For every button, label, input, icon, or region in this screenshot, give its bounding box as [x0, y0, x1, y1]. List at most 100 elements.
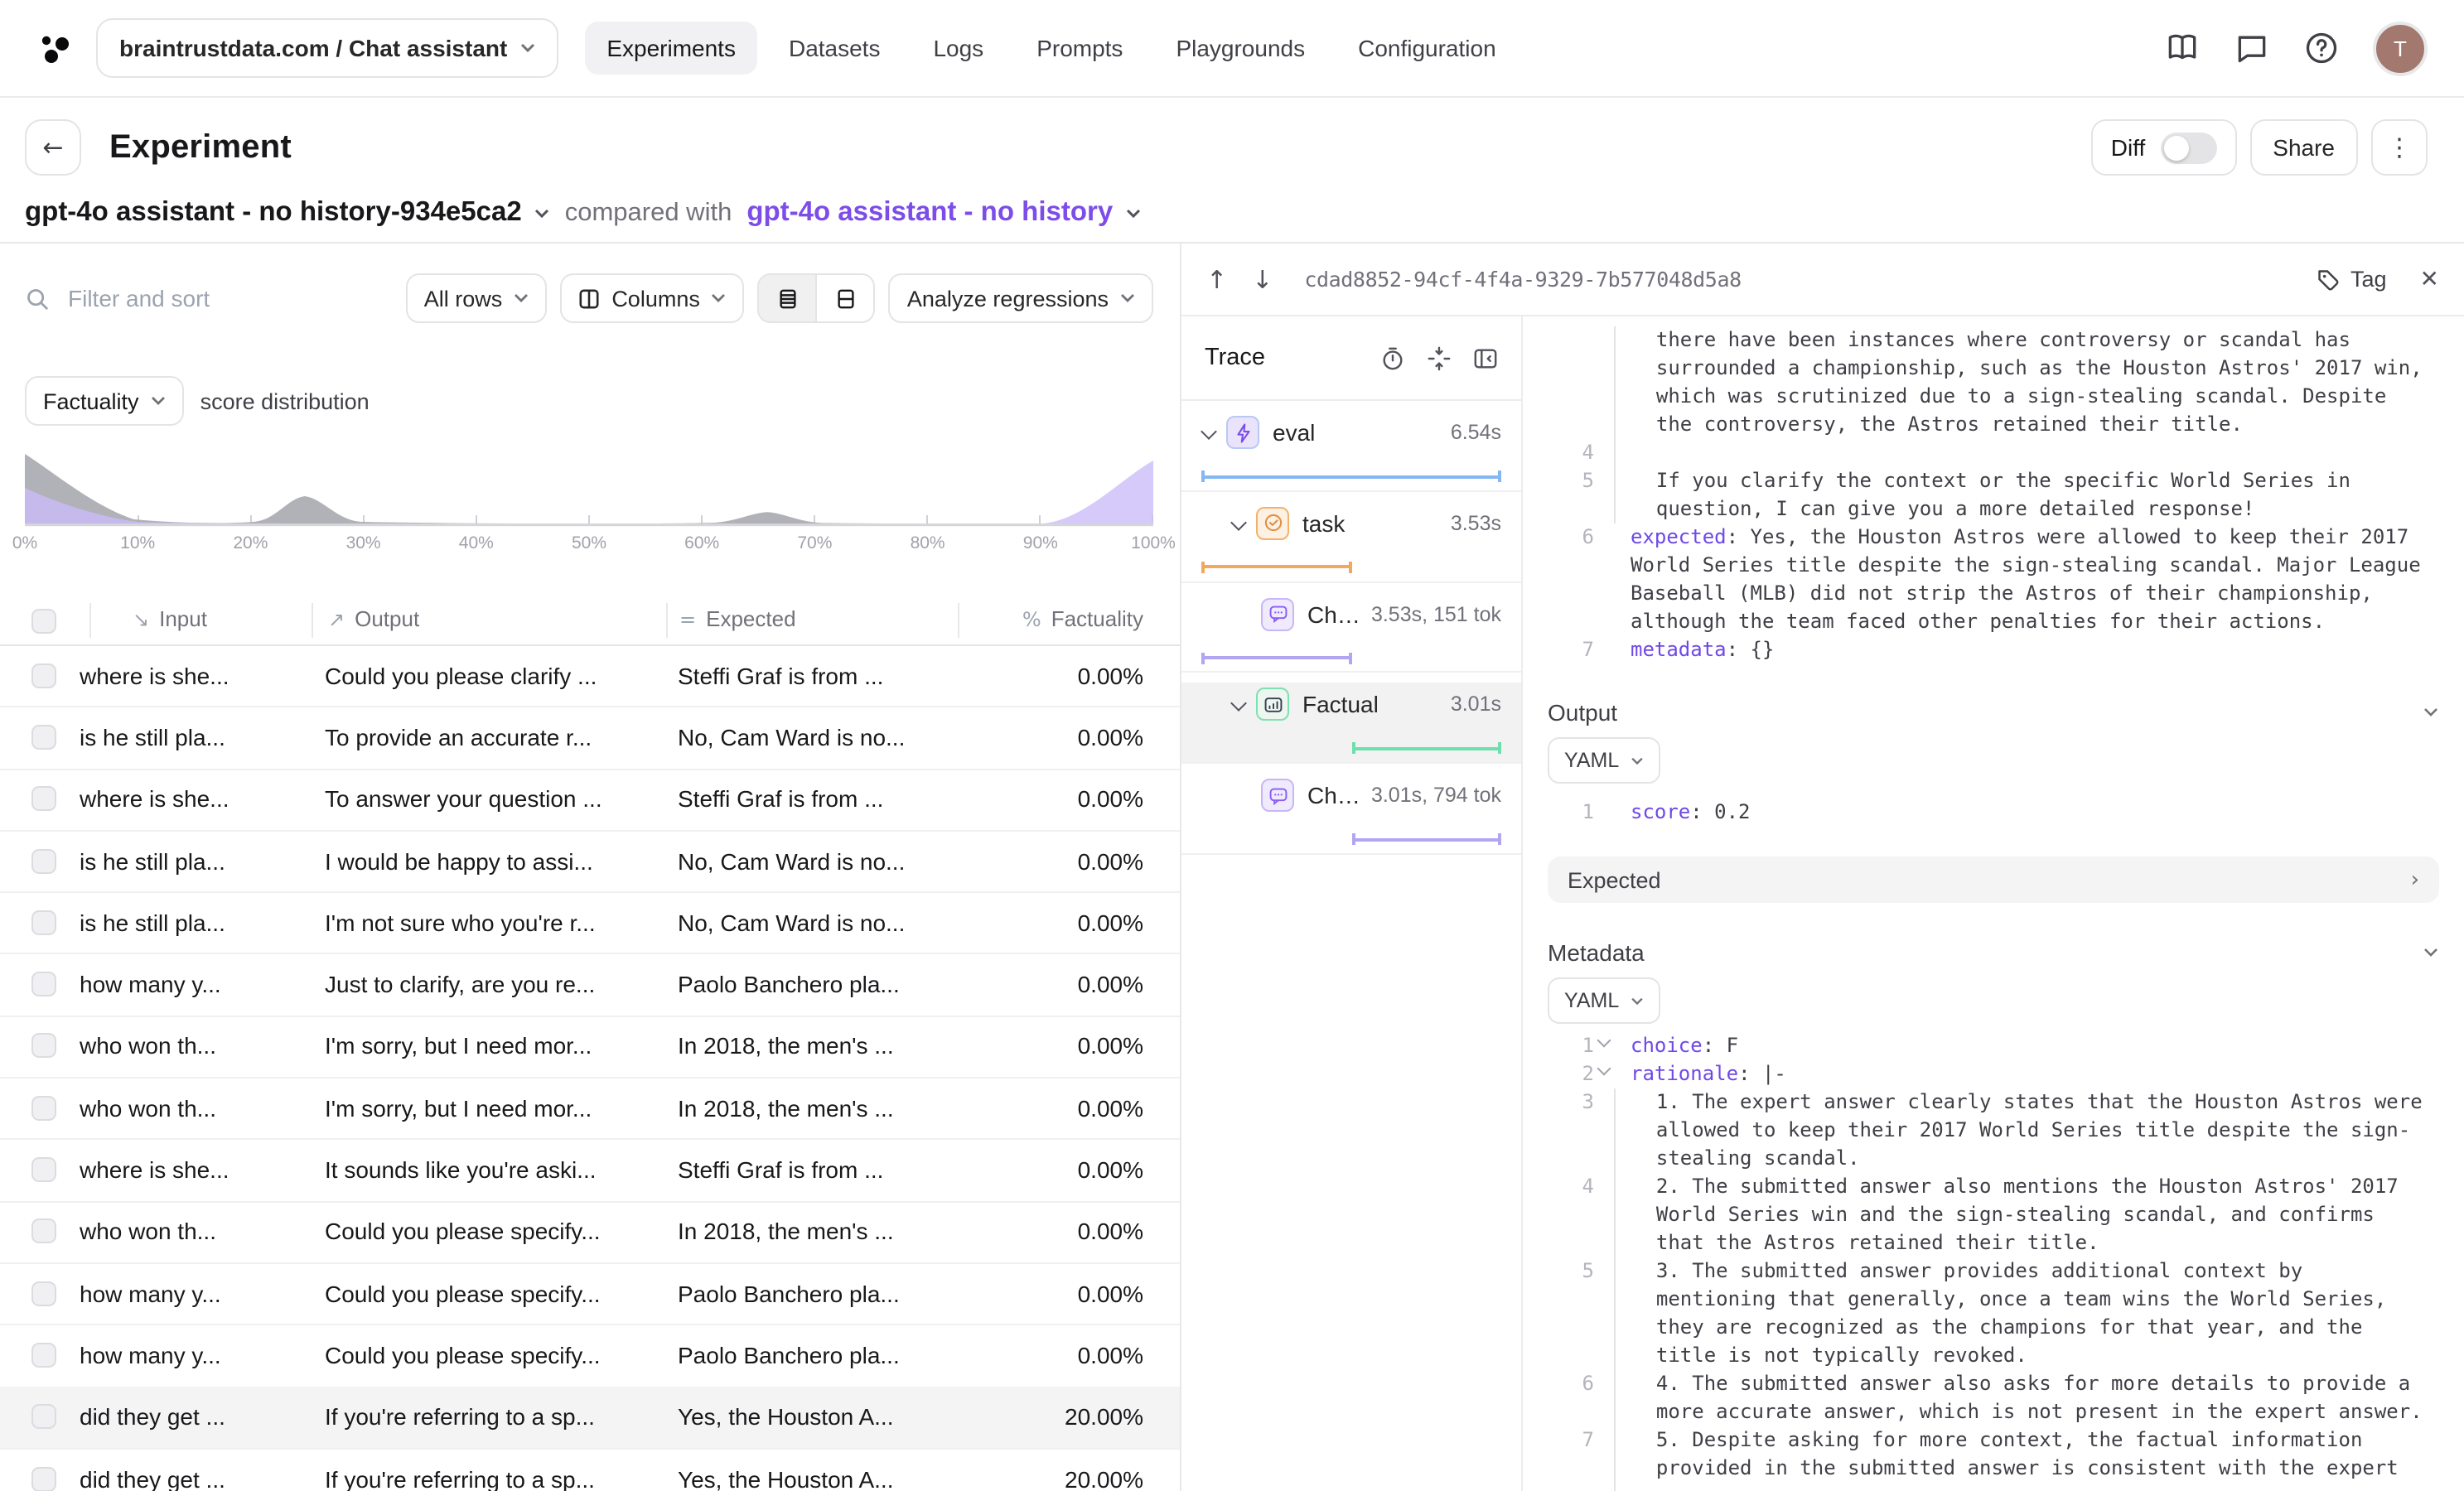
row-checkbox[interactable] [31, 786, 56, 811]
table-row[interactable]: is he still pla...I'm not sure who you'r… [0, 891, 1180, 955]
output-section-header: Output [1548, 697, 2439, 727]
row-checkbox[interactable] [31, 1157, 56, 1182]
table-row[interactable]: is he still pla...I would be happy to as… [0, 830, 1180, 894]
panel-layout-icon[interactable] [1473, 345, 1498, 370]
table-row[interactable]: did they get ...If you're referring to a… [0, 1448, 1180, 1491]
chat-completion-icon [1261, 779, 1294, 812]
tab-prompts[interactable]: Prompts [1015, 22, 1144, 75]
column-header-expected[interactable]: =Expected [679, 606, 796, 631]
share-button[interactable]: Share [2249, 119, 2358, 176]
cell-output: To answer your question ... [325, 785, 659, 812]
code-text: choice: F [1614, 1032, 1738, 1060]
all-rows-dropdown[interactable]: All rows [406, 273, 548, 323]
column-header-factuality[interactable]: %Factuality [1022, 606, 1143, 631]
line-number [1548, 1117, 1614, 1145]
line-number: 6 [1548, 1370, 1614, 1398]
metric-selector[interactable]: Factuality [25, 376, 184, 426]
dense-view-toggle[interactable] [760, 275, 816, 321]
column-header-input[interactable]: ↘Input [133, 606, 207, 631]
trace-span-task[interactable]: task3.53s [1181, 502, 1521, 583]
row-checkbox[interactable] [31, 1095, 56, 1120]
line-number [1548, 495, 1614, 524]
filter-search[interactable] [25, 283, 406, 313]
tag-button[interactable]: Tag [2317, 267, 2387, 292]
column-header-label: Factuality [1051, 606, 1143, 631]
user-avatar[interactable]: T [2373, 21, 2428, 75]
previous-row-button[interactable]: ↑ [1206, 264, 1227, 294]
filter-input[interactable] [65, 283, 403, 313]
row-checkbox[interactable] [31, 1404, 56, 1429]
columns-dropdown[interactable]: Columns [560, 273, 745, 323]
chevron-down-icon[interactable] [1231, 517, 1244, 530]
row-checkbox[interactable] [31, 725, 56, 750]
docs-book-icon[interactable] [2164, 30, 2201, 66]
row-checkbox[interactable] [31, 1034, 56, 1059]
tab-playgrounds[interactable]: Playgrounds [1154, 22, 1326, 75]
tab-configuration[interactable]: Configuration [1336, 22, 1518, 75]
chat-completion-icon [1261, 597, 1294, 630]
timer-icon[interactable] [1380, 345, 1405, 370]
feedback-chat-icon[interactable] [2234, 30, 2270, 66]
cell-expected: In 2018, the men's ... [678, 1094, 946, 1121]
help-icon[interactable] [2303, 30, 2340, 66]
back-button[interactable]: ← [25, 119, 81, 176]
project-selector[interactable]: braintrustdata.com / Chat assistant [96, 18, 558, 78]
output-format-dropdown[interactable]: YAML [1548, 737, 1660, 784]
trace-span-chat[interactable]: Chat...3.01s, 794 tok [1181, 774, 1521, 855]
output-sort-icon: ↗ [328, 607, 345, 630]
table-row[interactable]: how many y...Could you please specify...… [0, 1262, 1180, 1326]
select-all-checkbox[interactable] [31, 609, 56, 634]
fold-chevron-icon[interactable] [1597, 1062, 1612, 1077]
row-checkbox[interactable] [31, 1466, 56, 1491]
row-checkbox[interactable] [31, 910, 56, 935]
expected-collapsed-section[interactable]: Expected › [1548, 856, 2439, 903]
line-number [1548, 383, 1614, 411]
trace-span-factual[interactable]: Factual3.01s [1181, 683, 1521, 765]
analyze-regressions-dropdown[interactable]: Analyze regressions [889, 273, 1153, 323]
tab-datasets[interactable]: Datasets [767, 22, 902, 75]
chevron-down-icon[interactable] [1201, 426, 1215, 439]
row-checkbox[interactable] [31, 848, 56, 873]
table-row[interactable]: who won th...I'm sorry, but I need mor..… [0, 1016, 1180, 1079]
table-row[interactable]: did they get ...If you're referring to a… [0, 1386, 1180, 1450]
axis-tick-label: 20% [233, 533, 268, 553]
span-name: task [1302, 510, 1345, 537]
fold-chevron-icon[interactable] [1597, 1034, 1612, 1049]
trace-span-eval[interactable]: eval6.54s [1181, 411, 1521, 492]
chevron-down-icon[interactable] [2423, 948, 2439, 958]
table-row[interactable]: where is she...It sounds like you're ask… [0, 1139, 1180, 1203]
metadata-format-dropdown[interactable]: YAML [1548, 977, 1660, 1024]
nav-icon-group: T [2164, 21, 2428, 75]
row-checkbox[interactable] [31, 1219, 56, 1244]
close-icon[interactable]: ✕ [2420, 266, 2439, 292]
column-header-output[interactable]: ↗Output [328, 606, 419, 631]
row-checkbox[interactable] [31, 1343, 56, 1368]
row-checkbox[interactable] [31, 972, 56, 996]
trace-span-chat[interactable]: Chat...3.53s, 151 tok [1181, 592, 1521, 673]
row-checkbox[interactable] [31, 1281, 56, 1305]
cell-factuality: 0.00% [994, 910, 1143, 936]
tab-experiments[interactable]: Experiments [585, 22, 757, 75]
comparison-experiment-selector[interactable]: gpt-4o assistant - no history [746, 197, 1141, 229]
table-row[interactable]: who won th...I'm sorry, but I need mor..… [0, 1077, 1180, 1141]
chevron-down-icon[interactable] [1231, 698, 1244, 712]
table-row[interactable]: where is she...To answer your question .… [0, 768, 1180, 832]
tab-logs[interactable]: Logs [911, 22, 1005, 75]
collapse-all-icon[interactable] [1427, 345, 1452, 370]
experiment-selector[interactable]: gpt-4o assistant - no history-934e5ca2 [25, 197, 550, 229]
table-row[interactable]: how many y...Could you please specify...… [0, 1325, 1180, 1388]
chevron-down-icon[interactable] [2423, 707, 2439, 717]
diff-toggle[interactable] [2160, 132, 2216, 163]
code-text: metadata: {} [1614, 636, 1774, 664]
more-options-button[interactable]: ⋮ [2371, 119, 2428, 176]
table-row[interactable]: where is she...Could you please clarify … [0, 644, 1180, 708]
table-row[interactable]: how many y...Just to clarify, are you re… [0, 953, 1180, 1017]
table-row[interactable]: who won th...Could you please specify...… [0, 1200, 1180, 1264]
cell-expected: Steffi Graf is from ... [678, 1156, 946, 1183]
line-number: 5 [1548, 467, 1614, 495]
row-checkbox[interactable] [31, 663, 56, 688]
split-view-toggle[interactable] [816, 275, 874, 321]
table-row[interactable]: is he still pla...To provide an accurate… [0, 707, 1180, 770]
next-row-button[interactable]: ↓ [1252, 264, 1273, 294]
line-number [1548, 1314, 1614, 1342]
